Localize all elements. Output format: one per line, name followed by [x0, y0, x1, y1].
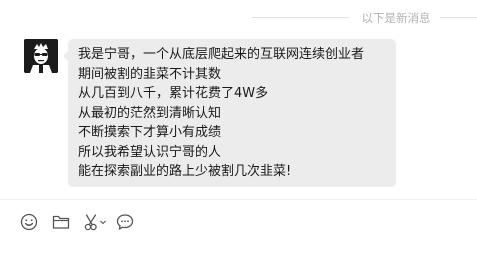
avatar-icon — [24, 39, 58, 73]
input-toolbar — [0, 211, 477, 235]
message-line: 从几百到八千，累计花费了4W多 — [78, 86, 269, 101]
chat-window: 以下是新消息 我是宁哥，一个从底层爬起来的互联网连续创业者 期间被割的韭菜不计其… — [0, 0, 477, 253]
chat-history-button[interactable] — [114, 211, 136, 233]
new-messages-label: 以下是新消息 — [361, 11, 431, 25]
chevron-down-icon — [100, 220, 106, 225]
divider-line-right — [440, 17, 477, 18]
folder-icon — [52, 215, 70, 229]
new-messages-divider: 以下是新消息 — [0, 9, 477, 27]
message-line: 不断摸索下才算小有成绩 — [78, 125, 222, 140]
avatar[interactable] — [24, 39, 58, 73]
emoji-button[interactable] — [18, 211, 40, 233]
emoji-icon — [20, 213, 38, 231]
screenshot-dropdown[interactable] — [99, 211, 107, 233]
message-line: 从最初的茫然到清晰认知 — [78, 105, 222, 121]
message-bubble[interactable]: 我是宁哥，一个从底层爬起来的互联网连续创业者 期间被割的韭菜不计其数 从几百到八… — [68, 39, 396, 187]
message-line: 我是宁哥，一个从底层爬起来的互联网连续创业者 — [78, 47, 365, 62]
chat-bubble-icon — [116, 214, 134, 230]
message-line: 能在探索副业的路上少被割几次韭菜! — [78, 164, 292, 179]
message-line: 所以我希望认识宁哥的人 — [78, 144, 222, 160]
message-line: 期间被割的韭菜不计其数 — [78, 66, 222, 82]
toolbar-separator — [0, 199, 477, 200]
file-button[interactable] — [50, 211, 72, 233]
divider-line-left — [252, 17, 349, 18]
